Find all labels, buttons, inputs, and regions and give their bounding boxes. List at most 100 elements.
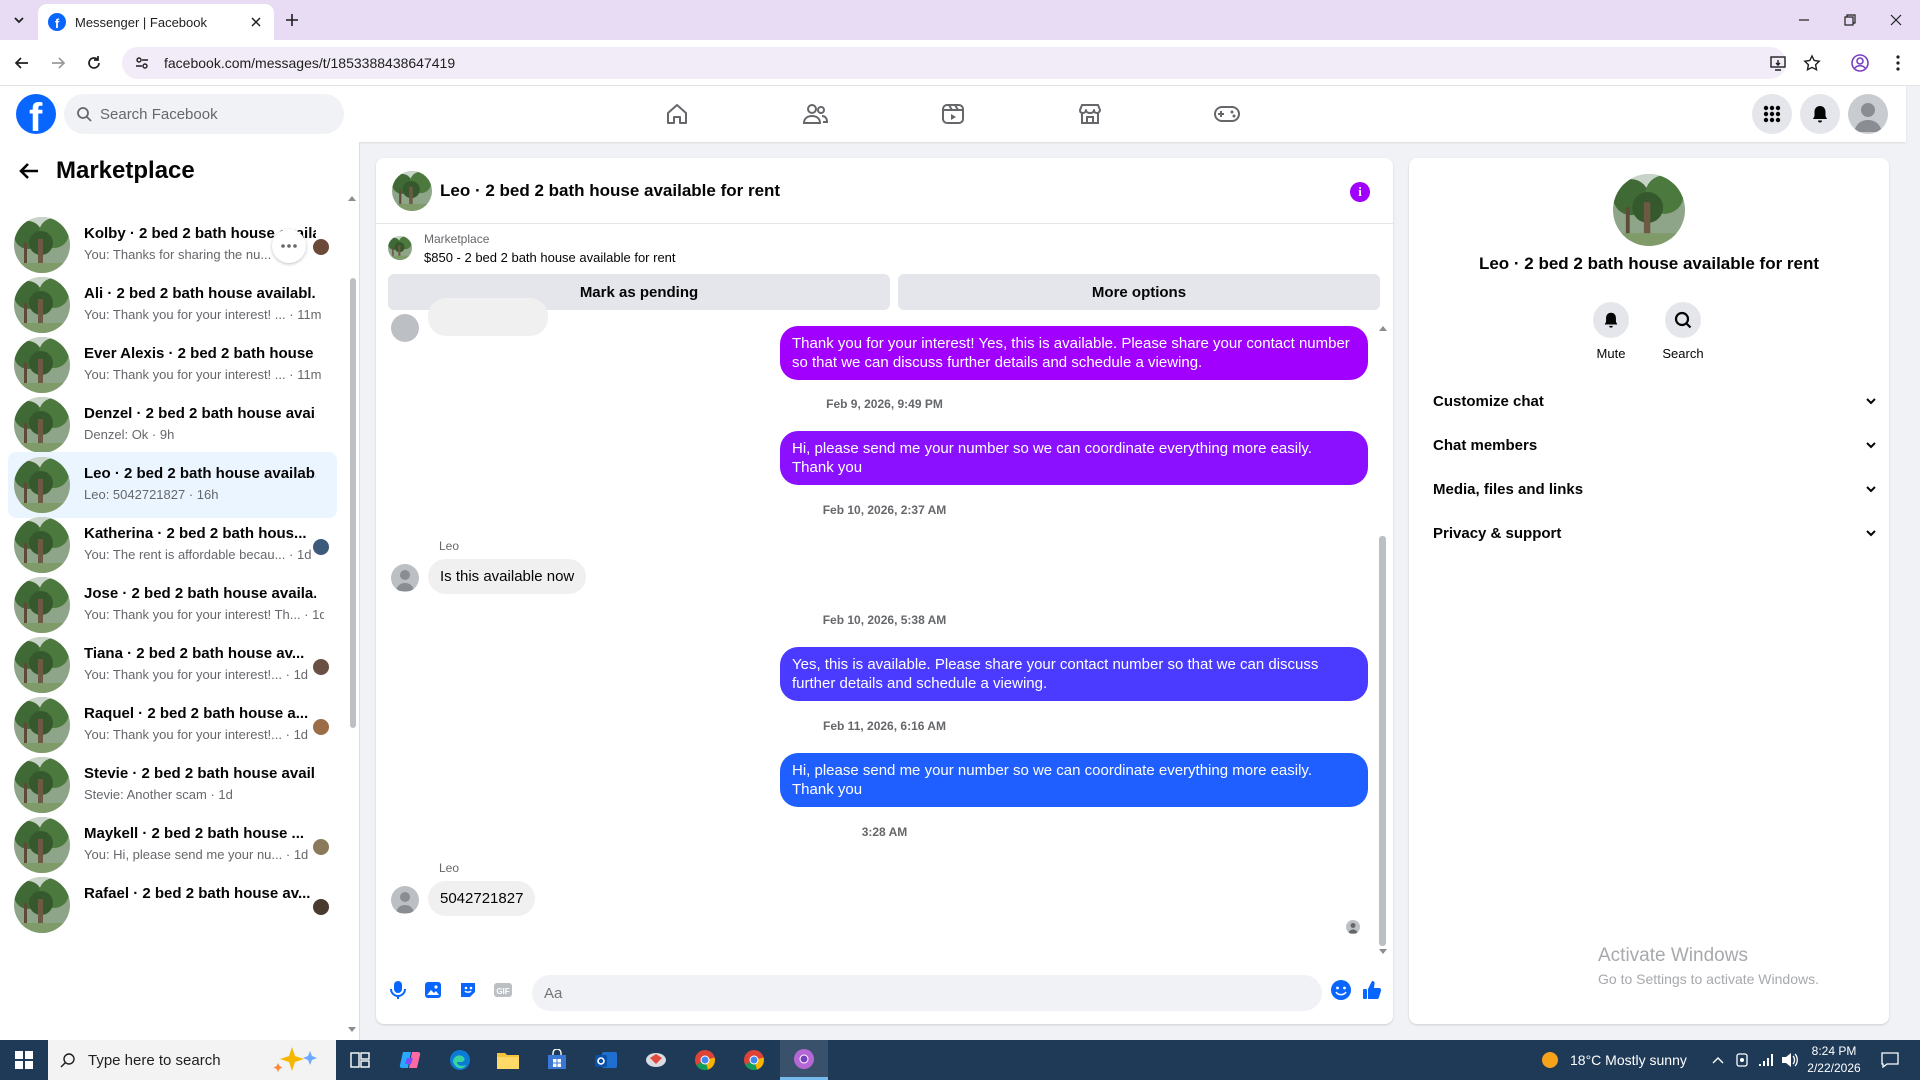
- media-files-links-row[interactable]: Media, files and links: [1425, 467, 1877, 511]
- conversation-item[interactable]: Jose · 2 bed 2 bath house availa... You: …: [8, 572, 337, 638]
- address-bar[interactable]: facebook.com/messages/t/1853388438647419: [122, 47, 1786, 79]
- new-tab-icon[interactable]: [282, 10, 302, 30]
- scroll-up-arrow-icon[interactable]: [347, 194, 357, 202]
- tab-search-dropdown-icon[interactable]: [8, 9, 30, 31]
- chrome-icon[interactable]: [681, 1040, 729, 1080]
- sender-avatar[interactable]: [391, 564, 419, 592]
- conversation-item[interactable]: Katherina · 2 bed 2 bath hous... You: The…: [8, 512, 337, 578]
- install-app-icon[interactable]: [1766, 51, 1790, 75]
- message-bubble-outgoing[interactable]: Thank you for your interest! Yes, this i…: [780, 326, 1368, 380]
- listing-thumbnail[interactable]: [388, 236, 412, 260]
- chat-scrollbar[interactable]: [1379, 536, 1386, 946]
- weather-widget[interactable]: 18°C Mostly sunny: [1538, 1040, 1687, 1080]
- restore-icon[interactable]: [1836, 8, 1864, 32]
- account-avatar[interactable]: [1848, 94, 1888, 134]
- video-nav-icon[interactable]: [898, 86, 1008, 142]
- conversation-snippet: Leo: 5042721827 · 16h: [84, 487, 324, 502]
- conversation-item[interactable]: Leo · 2 bed 2 bath house availab... Leo: …: [8, 452, 337, 518]
- taskbar-clock[interactable]: 8:24 PM 2/22/2026: [1794, 1043, 1874, 1077]
- chrome-profile-icon[interactable]: [730, 1040, 778, 1080]
- conversation-item[interactable]: Denzel · 2 bed 2 bath house avai... Denze…: [8, 392, 337, 458]
- message-bubble-outgoing[interactable]: Hi, please send me your number so we can…: [780, 431, 1368, 485]
- forward-arrow-icon[interactable]: [46, 51, 70, 75]
- conversation-item[interactable]: Raquel · 2 bed 2 bath house a... You: Tha…: [8, 692, 337, 758]
- more-options-button[interactable]: More options: [898, 274, 1380, 310]
- chat-avatar[interactable]: [392, 171, 432, 211]
- conversation-item[interactable]: Tiana · 2 bed 2 bath house av... You: Tha…: [8, 632, 337, 698]
- file-explorer-icon[interactable]: [484, 1040, 532, 1080]
- scroll-down-arrow-icon[interactable]: [1378, 948, 1388, 956]
- gif-icon[interactable]: GIF: [491, 978, 515, 1002]
- menu-grid-icon[interactable]: [1752, 94, 1792, 134]
- edge-browser-icon[interactable]: [436, 1040, 484, 1080]
- taskbar-search-box[interactable]: Type here to search: [48, 1040, 336, 1080]
- microphone-icon[interactable]: [386, 978, 410, 1002]
- sidebar-scrollbar[interactable]: [350, 278, 356, 728]
- scroll-down-arrow-icon[interactable]: [347, 1026, 357, 1034]
- privacy-support-row[interactable]: Privacy & support: [1425, 511, 1877, 555]
- message-bubble-incoming[interactable]: 5042721827: [428, 881, 536, 916]
- listing-avatar-large[interactable]: [1613, 174, 1685, 246]
- message-bubble-incoming[interactable]: Is this available now: [428, 559, 587, 594]
- notifications-bell-icon[interactable]: [1800, 94, 1840, 134]
- scroll-up-arrow-icon[interactable]: [1378, 324, 1388, 332]
- friends-nav-icon[interactable]: [760, 86, 870, 142]
- facebook-logo-letter: f: [29, 96, 43, 134]
- conversation-item[interactable]: Rafael · 2 bed 2 bath house av...: [8, 872, 337, 938]
- conversation-item[interactable]: Kolby · 2 bed 2 bath house available for…: [8, 212, 337, 278]
- conversation-item[interactable]: Ever Alexis · 2 bed 2 bath house ... You:…: [8, 332, 337, 398]
- info-icon[interactable]: i: [1350, 182, 1370, 202]
- more-options-icon[interactable]: [272, 229, 306, 263]
- show-hidden-icons-chevron-icon[interactable]: [1708, 1050, 1728, 1070]
- customize-chat-row[interactable]: Customize chat: [1425, 379, 1877, 423]
- back-arrow-icon[interactable]: [10, 51, 34, 75]
- reload-icon[interactable]: [82, 51, 106, 75]
- copilot-app-icon[interactable]: [386, 1040, 434, 1080]
- store-icon[interactable]: [533, 1040, 581, 1080]
- listing-description[interactable]: $850 - 2 bed 2 bath house available for …: [424, 250, 676, 265]
- facebook-search-input[interactable]: Search Facebook: [64, 94, 344, 134]
- conversation-snippet: You: Hi, please send me your nu... · 1d: [84, 847, 324, 862]
- app-icon[interactable]: [632, 1040, 680, 1080]
- like-thumb-icon[interactable]: [1360, 978, 1384, 1002]
- network-icon[interactable]: [1756, 1050, 1776, 1070]
- mute-button[interactable]: Mute: [1576, 302, 1646, 361]
- bookmark-star-icon[interactable]: [1800, 51, 1824, 75]
- browser-tab[interactable]: f Messenger | Facebook: [38, 4, 274, 40]
- emoji-icon[interactable]: [1329, 978, 1353, 1002]
- sender-avatar[interactable]: [391, 886, 419, 914]
- windows-start-icon[interactable]: [0, 1040, 48, 1080]
- conversation-avatar: [14, 517, 70, 573]
- notification-center-icon[interactable]: [1880, 1050, 1900, 1070]
- outlook-icon[interactable]: [582, 1040, 630, 1080]
- close-window-icon[interactable]: [1882, 8, 1910, 32]
- search-in-chat-button[interactable]: Search: [1648, 302, 1718, 361]
- minimize-icon[interactable]: [1790, 8, 1818, 32]
- conversation-item[interactable]: Maykell · 2 bed 2 bath house ... You: Hi,…: [8, 812, 337, 878]
- profile-icon[interactable]: [1848, 51, 1872, 75]
- chat-pane: Leo · 2 bed 2 bath house available for r…: [376, 158, 1393, 1024]
- browser-menu-icon[interactable]: [1886, 51, 1910, 75]
- photo-icon[interactable]: [421, 978, 445, 1002]
- conversation-item[interactable]: Stevie · 2 bed 2 bath house avail... Stev…: [8, 752, 337, 818]
- site-info-icon[interactable]: [134, 55, 150, 71]
- url-text[interactable]: facebook.com/messages/t/1853388438647419: [164, 55, 455, 71]
- facebook-logo[interactable]: f: [16, 94, 56, 134]
- sticker-icon[interactable]: [456, 978, 480, 1002]
- chat-members-row[interactable]: Chat members: [1425, 423, 1877, 467]
- seen-by-avatar: [313, 659, 329, 675]
- task-view-icon[interactable]: [336, 1040, 384, 1080]
- chevron-down-icon: [1866, 442, 1876, 449]
- marketplace-nav-icon[interactable]: [1035, 86, 1145, 142]
- home-nav-icon[interactable]: [622, 86, 732, 142]
- back-arrow-icon[interactable]: [18, 160, 40, 182]
- chat-title[interactable]: Leo · 2 bed 2 bath house available for r…: [440, 181, 780, 201]
- conversation-item[interactable]: Ali · 2 bed 2 bath house availabl... You:…: [8, 272, 337, 338]
- message-bubble-outgoing[interactable]: Yes, this is available. Please share you…: [780, 647, 1368, 701]
- device-icon[interactable]: [1732, 1050, 1752, 1070]
- message-input[interactable]: [532, 975, 1322, 1011]
- tab-close-icon[interactable]: [248, 14, 264, 30]
- chrome-active-icon[interactable]: [780, 1040, 828, 1080]
- gaming-nav-icon[interactable]: [1172, 86, 1282, 142]
- message-bubble-outgoing[interactable]: Hi, please send me your number so we can…: [780, 753, 1368, 807]
